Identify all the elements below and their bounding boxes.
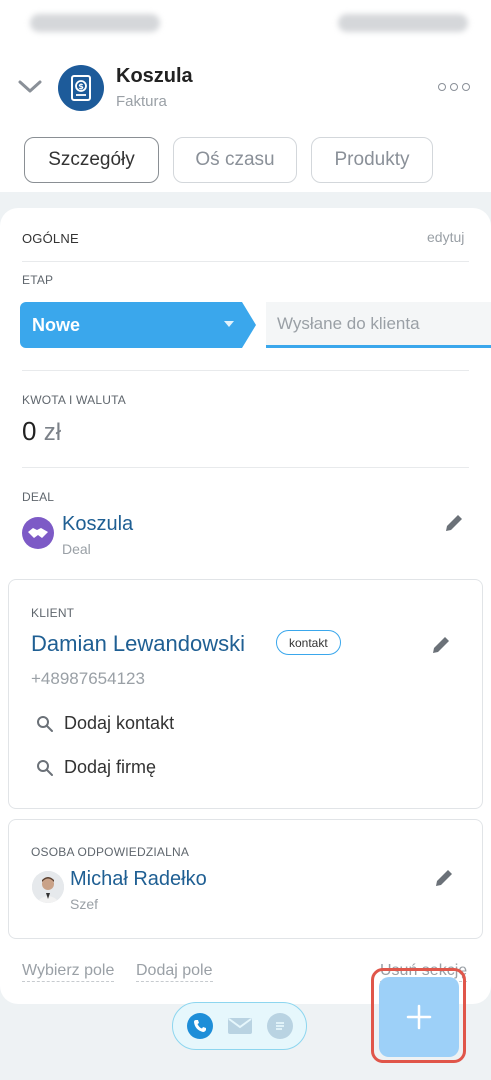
- svg-text:$: $: [78, 82, 84, 91]
- edit-link[interactable]: edytuj: [427, 229, 464, 245]
- client-name-link[interactable]: Damian Lewandowski: [31, 631, 245, 657]
- amount-label: KWOTA I WALUTA: [22, 393, 126, 407]
- plus-icon: [406, 1004, 432, 1030]
- client-type-badge: kontakt: [276, 630, 341, 655]
- chat-icon[interactable]: [266, 1013, 293, 1039]
- stage-label: ETAP: [22, 273, 54, 287]
- add-button[interactable]: [379, 977, 459, 1057]
- chevron-down-icon[interactable]: [16, 76, 44, 96]
- divider: [22, 261, 469, 262]
- add-company-button[interactable]: Dodaj firmę: [36, 757, 156, 778]
- deal-name-link[interactable]: Koszula: [62, 513, 133, 536]
- status-bar-left-blur: [30, 14, 160, 32]
- responsible-role: Szef: [70, 896, 99, 912]
- client-label: KLIENT: [31, 606, 75, 620]
- search-icon: [37, 715, 53, 732]
- edit-client-pencil-icon[interactable]: [430, 634, 452, 656]
- general-section-label: OGÓLNE: [22, 231, 79, 246]
- add-contact-button[interactable]: Dodaj kontakt: [36, 713, 174, 734]
- tab-timeline[interactable]: Oś czasu: [173, 137, 297, 183]
- search-icon: [37, 759, 53, 776]
- add-company-label: Dodaj firmę: [64, 757, 157, 777]
- responsible-name-link[interactable]: Michał Radełko: [70, 868, 207, 891]
- status-bar: [0, 0, 491, 50]
- amount-number: 0: [22, 416, 37, 446]
- amount-value: 0 zł: [22, 416, 61, 447]
- divider: [22, 370, 469, 371]
- amount-currency: zł: [43, 419, 62, 446]
- more-options-icon[interactable]: [438, 80, 470, 94]
- deal-label: DEAL: [22, 490, 55, 504]
- handshake-icon: [22, 517, 54, 549]
- phone-icon[interactable]: [186, 1013, 213, 1039]
- avatar: [32, 871, 64, 903]
- responsible-label: OSOBA ODPOWIEDZIALNA: [31, 845, 190, 859]
- add-contact-label: Dodaj kontakt: [64, 713, 175, 733]
- client-phone[interactable]: +48987654123: [31, 669, 145, 689]
- stage-current[interactable]: Nowe: [20, 302, 256, 348]
- page-subtitle: Faktura: [116, 93, 167, 110]
- stage-next[interactable]: Wysłane do klienta: [266, 302, 491, 348]
- choose-field-link[interactable]: Wybierz pole: [22, 962, 115, 982]
- invoice-icon: $: [58, 65, 104, 111]
- edit-deal-pencil-icon[interactable]: [443, 512, 465, 534]
- page-title: Koszula: [116, 65, 193, 87]
- tab-products[interactable]: Produkty: [311, 137, 433, 183]
- stage-dropdown-icon: [224, 321, 234, 327]
- add-field-link[interactable]: Dodaj pole: [136, 962, 213, 982]
- mail-icon[interactable]: [227, 1013, 253, 1039]
- tab-details[interactable]: Szczegóły: [24, 137, 159, 183]
- edit-responsible-pencil-icon[interactable]: [433, 867, 455, 889]
- divider: [22, 467, 469, 468]
- status-bar-right-blur: [338, 14, 468, 32]
- communication-bar: [172, 1002, 307, 1050]
- header: $ Koszula Faktura Szczegóły Oś czasu Pro…: [0, 50, 491, 192]
- deal-type: Deal: [62, 541, 91, 557]
